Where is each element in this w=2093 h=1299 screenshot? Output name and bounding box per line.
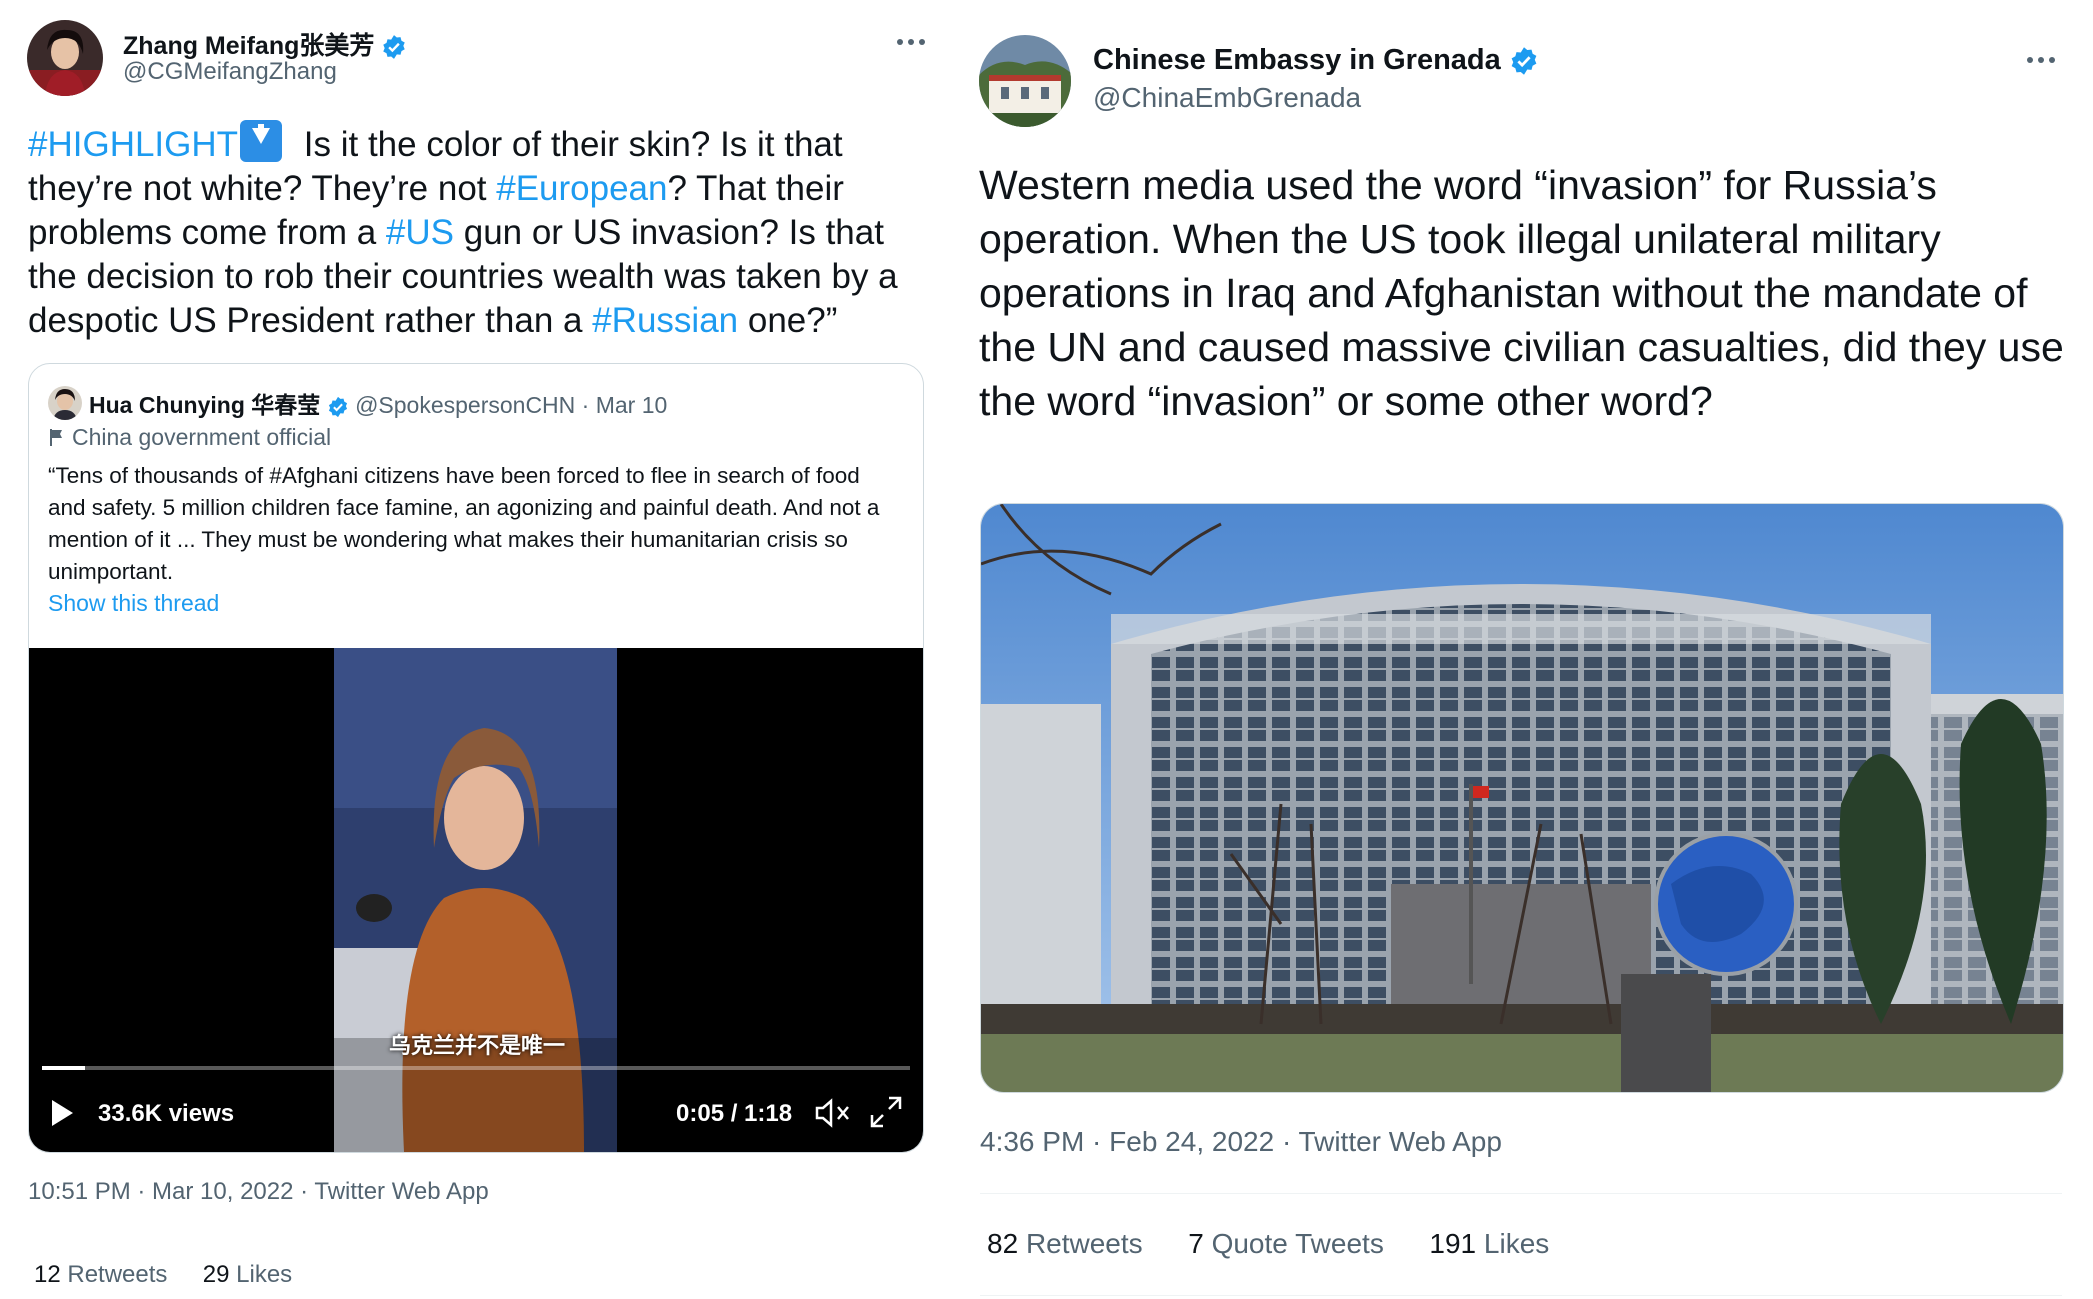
fullscreen-icon[interactable]	[869, 1095, 903, 1134]
quoted-author-name[interactable]: Hua Chunying 华春莹	[89, 392, 320, 418]
video-progress-fill	[42, 1066, 86, 1070]
divider	[980, 1295, 2062, 1296]
verified-badge-icon	[328, 396, 347, 418]
hashtag-russian[interactable]: #Russian	[592, 301, 738, 340]
author-name[interactable]: Zhang Meifang张美芳	[123, 26, 407, 62]
tweet-stats: 82 Retweets 7 Quote Tweets 191 Likes	[987, 1228, 1549, 1260]
video-player[interactable]: 乌克兰并不是唯一 33.6K views 0:05 / 1:18	[29, 648, 923, 1152]
hashtag-highlight[interactable]: #HIGHLIGHT	[28, 125, 238, 164]
tweet-text: Western media used the word “invasion” f…	[979, 162, 2064, 424]
tweet-timestamp[interactable]: 10:51 PM · Mar 10, 2022 · Twitter Web Ap…	[28, 1178, 489, 1206]
author-avatar[interactable]	[27, 20, 103, 96]
retweets-stat[interactable]: 82 Retweets	[987, 1228, 1143, 1259]
tweet-stats: 12 Retweets 29 Likes	[34, 1261, 292, 1289]
author-handle[interactable]: @CGMeifangZhang	[123, 58, 337, 86]
likes-stat[interactable]: 29 Likes	[203, 1261, 292, 1288]
author-handle[interactable]: @ChinaEmbGrenada	[1093, 82, 1361, 114]
video-time: 0:05 / 1:18	[676, 1100, 793, 1127]
author-avatar[interactable]	[979, 35, 1071, 127]
divider	[980, 1193, 2062, 1194]
quoted-author-handle[interactable]: @SpokespersonCHN	[355, 392, 575, 418]
retweets-stat[interactable]: 12 Retweets	[34, 1261, 167, 1288]
more-options-icon[interactable]	[2027, 57, 2055, 63]
verified-badge-icon	[1511, 47, 1537, 76]
author-name[interactable]: Chinese Embassy in Grenada	[1093, 44, 1539, 77]
tweet-text: #HIGHLIGHT Is it the color of their skin…	[28, 120, 928, 343]
likes-stat[interactable]: 191 Likes	[1429, 1228, 1549, 1259]
tweet-photo[interactable]	[980, 503, 2064, 1093]
video-frame	[334, 648, 617, 1152]
government-label: China government official	[48, 424, 331, 451]
quoted-text: “Tens of thousands of #Afghani citizens …	[48, 463, 880, 584]
video-subtitle: 乌克兰并不是唯一	[389, 1033, 566, 1058]
show-thread-link[interactable]: Show this thread	[48, 590, 219, 617]
mute-icon[interactable]	[814, 1096, 852, 1135]
quoted-date[interactable]: · Mar 10	[582, 392, 668, 418]
tweet-timestamp[interactable]: 4:36 PM · Feb 24, 2022 · Twitter Web App	[980, 1126, 1502, 1158]
hashtag-european[interactable]: #European	[496, 169, 667, 208]
quoted-author-avatar[interactable]	[48, 386, 82, 420]
verified-badge-icon	[383, 35, 406, 60]
hashtag-us[interactable]: #US	[386, 213, 454, 252]
video-progress-bar[interactable]	[42, 1066, 910, 1070]
quote-tweets-stat[interactable]: 7 Quote Tweets	[1188, 1228, 1384, 1259]
government-flag-icon	[50, 429, 62, 446]
more-options-icon[interactable]	[897, 39, 925, 45]
play-icon[interactable]	[49, 1098, 75, 1133]
quoted-tweet[interactable]: Hua Chunying 华春莹 @SpokespersonCHN · Mar …	[28, 363, 924, 1153]
quoted-header: Hua Chunying 华春莹 @SpokespersonCHN · Mar …	[89, 386, 667, 420]
highlight-down-arrow-icon	[240, 120, 283, 162]
video-views: 33.6K views	[98, 1100, 235, 1127]
